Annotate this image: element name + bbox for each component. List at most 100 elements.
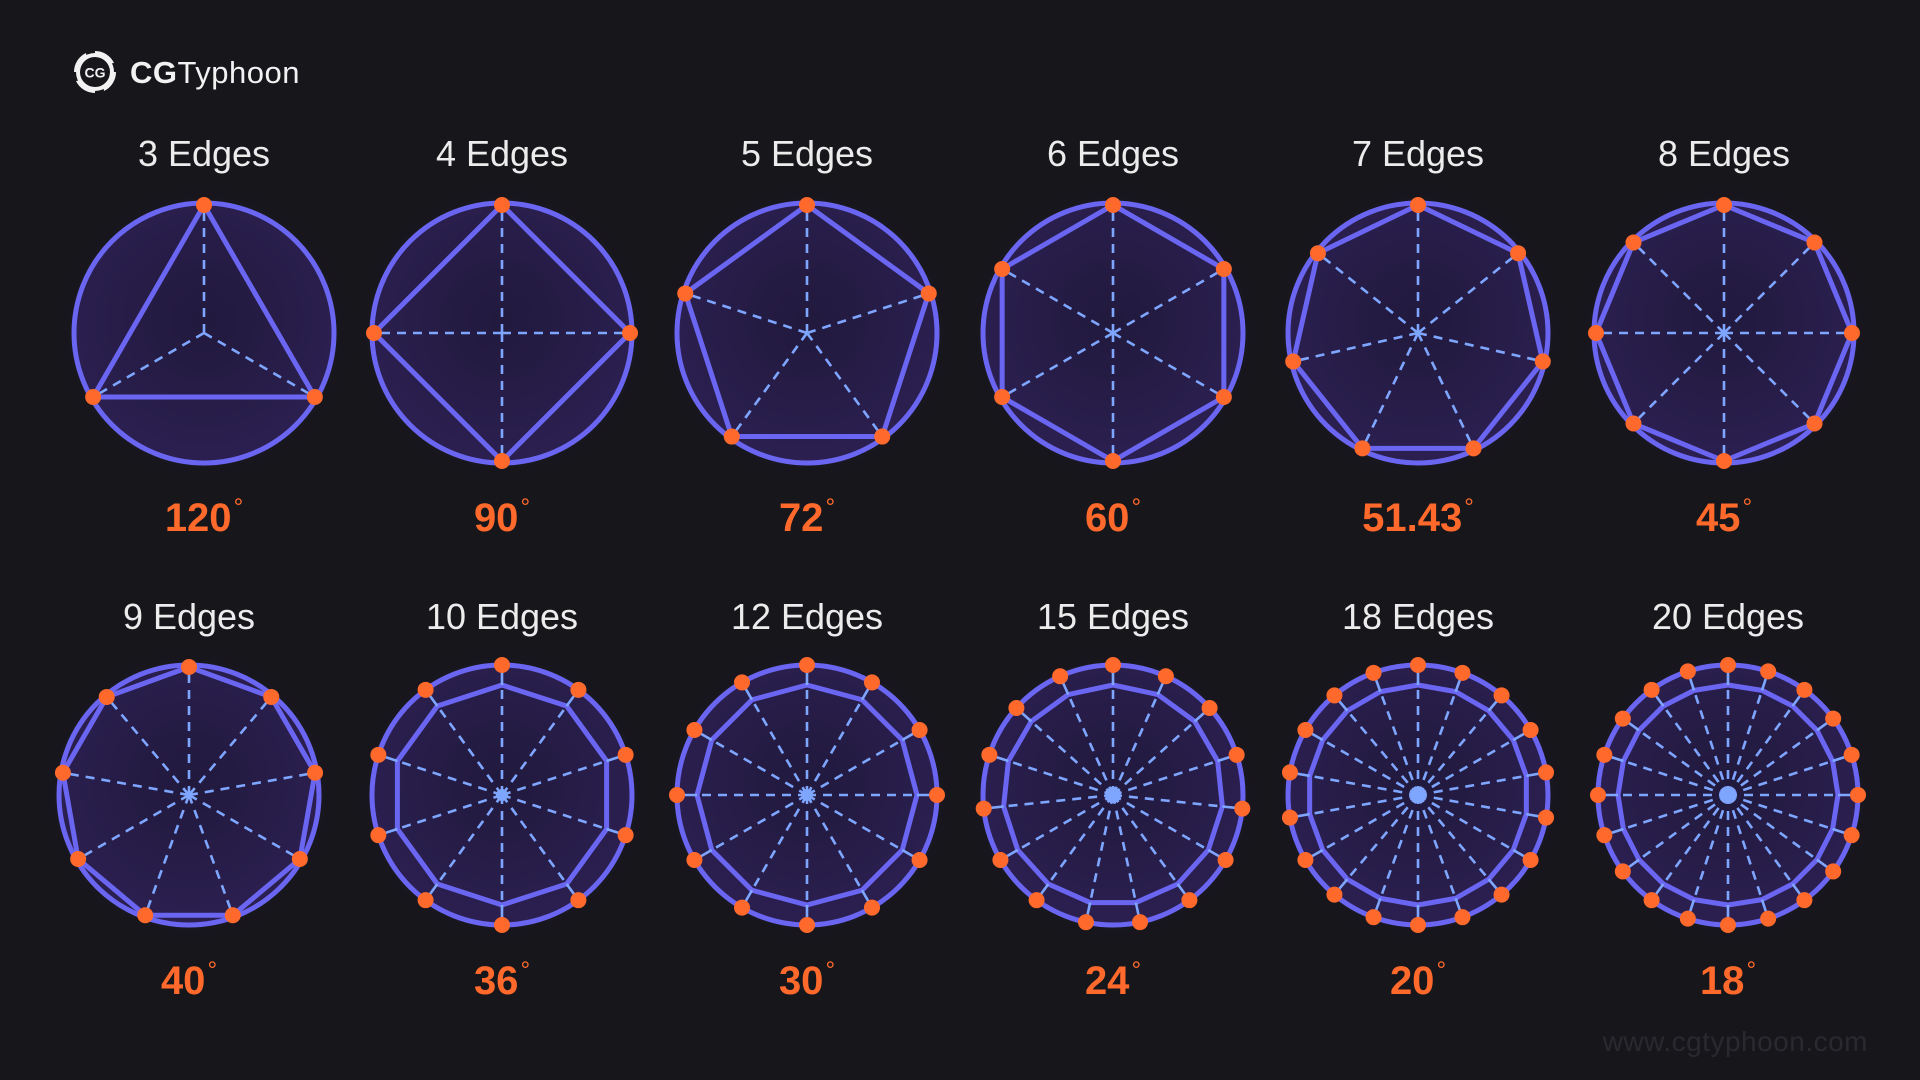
vertex-dot [1465, 440, 1482, 457]
degree-symbol: ° [825, 494, 836, 521]
vertex-dot [54, 764, 71, 781]
vertex-dot [1285, 353, 1302, 370]
vertex-dot [1588, 325, 1604, 341]
vertex-dot [1281, 764, 1298, 781]
vertex-dot [1410, 657, 1426, 673]
vertex-dot [1493, 687, 1510, 704]
vertex-dot [1796, 681, 1813, 698]
angle-value: 30 [778, 959, 824, 1003]
vertex-dot [417, 681, 434, 698]
vertex-dot [1720, 657, 1736, 673]
vertex-dot [1679, 910, 1696, 927]
vertex-dot [1326, 886, 1343, 903]
vertex-dot [994, 261, 1011, 277]
edges-title: 5 Edges [740, 133, 874, 174]
vertex-dot [1105, 453, 1121, 469]
vertex-dot [1796, 892, 1813, 909]
vertex-dot [1720, 917, 1736, 933]
vertex-dot [1716, 453, 1732, 469]
vertex-dot [920, 285, 937, 302]
vertex-dot [1850, 787, 1866, 803]
edges-title: 4 Edges [435, 133, 569, 174]
vertex-dot [570, 892, 587, 909]
vertex-dot [864, 674, 880, 691]
vertex-dot [1844, 325, 1860, 341]
vertex-dot [196, 197, 212, 213]
watermark: www.cgtyphoon.com [1602, 1026, 1868, 1057]
vertex-dot [1028, 892, 1045, 909]
degree-symbol: ° [1131, 957, 1142, 984]
vertex-dot [570, 681, 587, 698]
vertex-dot [617, 827, 634, 844]
vertex-dot [85, 389, 102, 405]
degree-symbol: ° [825, 957, 836, 984]
vertex-dot [1008, 700, 1025, 717]
vertex-dot [1281, 809, 1298, 826]
vertex-dot [734, 899, 750, 916]
vertex-dot [1825, 710, 1842, 727]
center-point [801, 789, 813, 801]
vertex-dot [799, 657, 815, 673]
vertex-dot [622, 325, 638, 341]
central-angle-label: 24° [963, 957, 1263, 1002]
vertex-dot [291, 851, 308, 867]
vertex-dot [1309, 245, 1326, 262]
vertex-dot [137, 907, 154, 924]
center-point [1410, 787, 1426, 803]
vertex-dot [1760, 910, 1777, 927]
polygon-figure-18 [1266, 643, 1570, 947]
degree-symbol: ° [1742, 494, 1753, 521]
central-angle-label: 45° [1574, 494, 1874, 540]
vertex-dot [1843, 827, 1860, 844]
polygon-figure-15 [961, 643, 1265, 947]
edges-title: 7 Edges [1351, 133, 1485, 174]
central-angle-label: 18° [1578, 957, 1878, 1003]
vertex-dot [1454, 909, 1471, 926]
vertex-dot [677, 285, 694, 302]
vertex-dot [1234, 800, 1251, 817]
vertex-dot [494, 657, 510, 673]
degree-symbol: ° [1746, 957, 1757, 984]
edges-title: 10 Edges [425, 596, 579, 637]
vertex-dot [1625, 234, 1642, 251]
vertex-dot [799, 917, 815, 933]
vertex-dot [307, 764, 324, 781]
central-angle-label: 90° [352, 496, 652, 539]
vertex-dot [1534, 353, 1551, 370]
edges-title: 15 Edges [1036, 596, 1190, 637]
edges-title: 6 Edges [1046, 133, 1180, 174]
vertex-dot [929, 787, 945, 803]
vertex-dot [1614, 863, 1631, 880]
vertex-dot [370, 827, 387, 844]
vertex-dot [723, 428, 740, 445]
polygon-figure-8 [1572, 181, 1876, 485]
vertex-dot [1643, 681, 1660, 698]
vertex-dot [1215, 261, 1232, 277]
vertex-dot [1522, 852, 1539, 868]
edges-title: 12 Edges [730, 596, 884, 637]
degree-symbol: ° [520, 957, 531, 984]
center-point [1105, 787, 1121, 803]
vertex-dot [1679, 663, 1696, 680]
vertex-dot [1538, 764, 1555, 781]
vertex-dot [1538, 809, 1555, 826]
vertex-dot [1077, 914, 1094, 931]
central-angle-label: 40° [39, 959, 339, 1002]
edges-title: 9 Edges [122, 596, 256, 637]
polygon-figure-3 [52, 181, 356, 485]
vertex-dot [874, 428, 891, 445]
vertex-dot [1201, 700, 1218, 717]
vertex-dot [494, 453, 510, 469]
angle-value: 36 [473, 959, 519, 1003]
polygon-figure-4 [350, 181, 654, 485]
vertex-dot [1157, 668, 1174, 685]
vertex-dot [1181, 892, 1198, 909]
vertex-dot [1365, 664, 1382, 681]
vertex-dot [370, 746, 387, 763]
vertex-dot [1105, 657, 1121, 673]
angle-value: 45 [1695, 496, 1741, 540]
vertex-dot [1596, 746, 1613, 763]
vertex-dot [1354, 440, 1371, 457]
angle-value: 18 [1699, 959, 1745, 1003]
edges-title: 18 Edges [1341, 596, 1495, 637]
